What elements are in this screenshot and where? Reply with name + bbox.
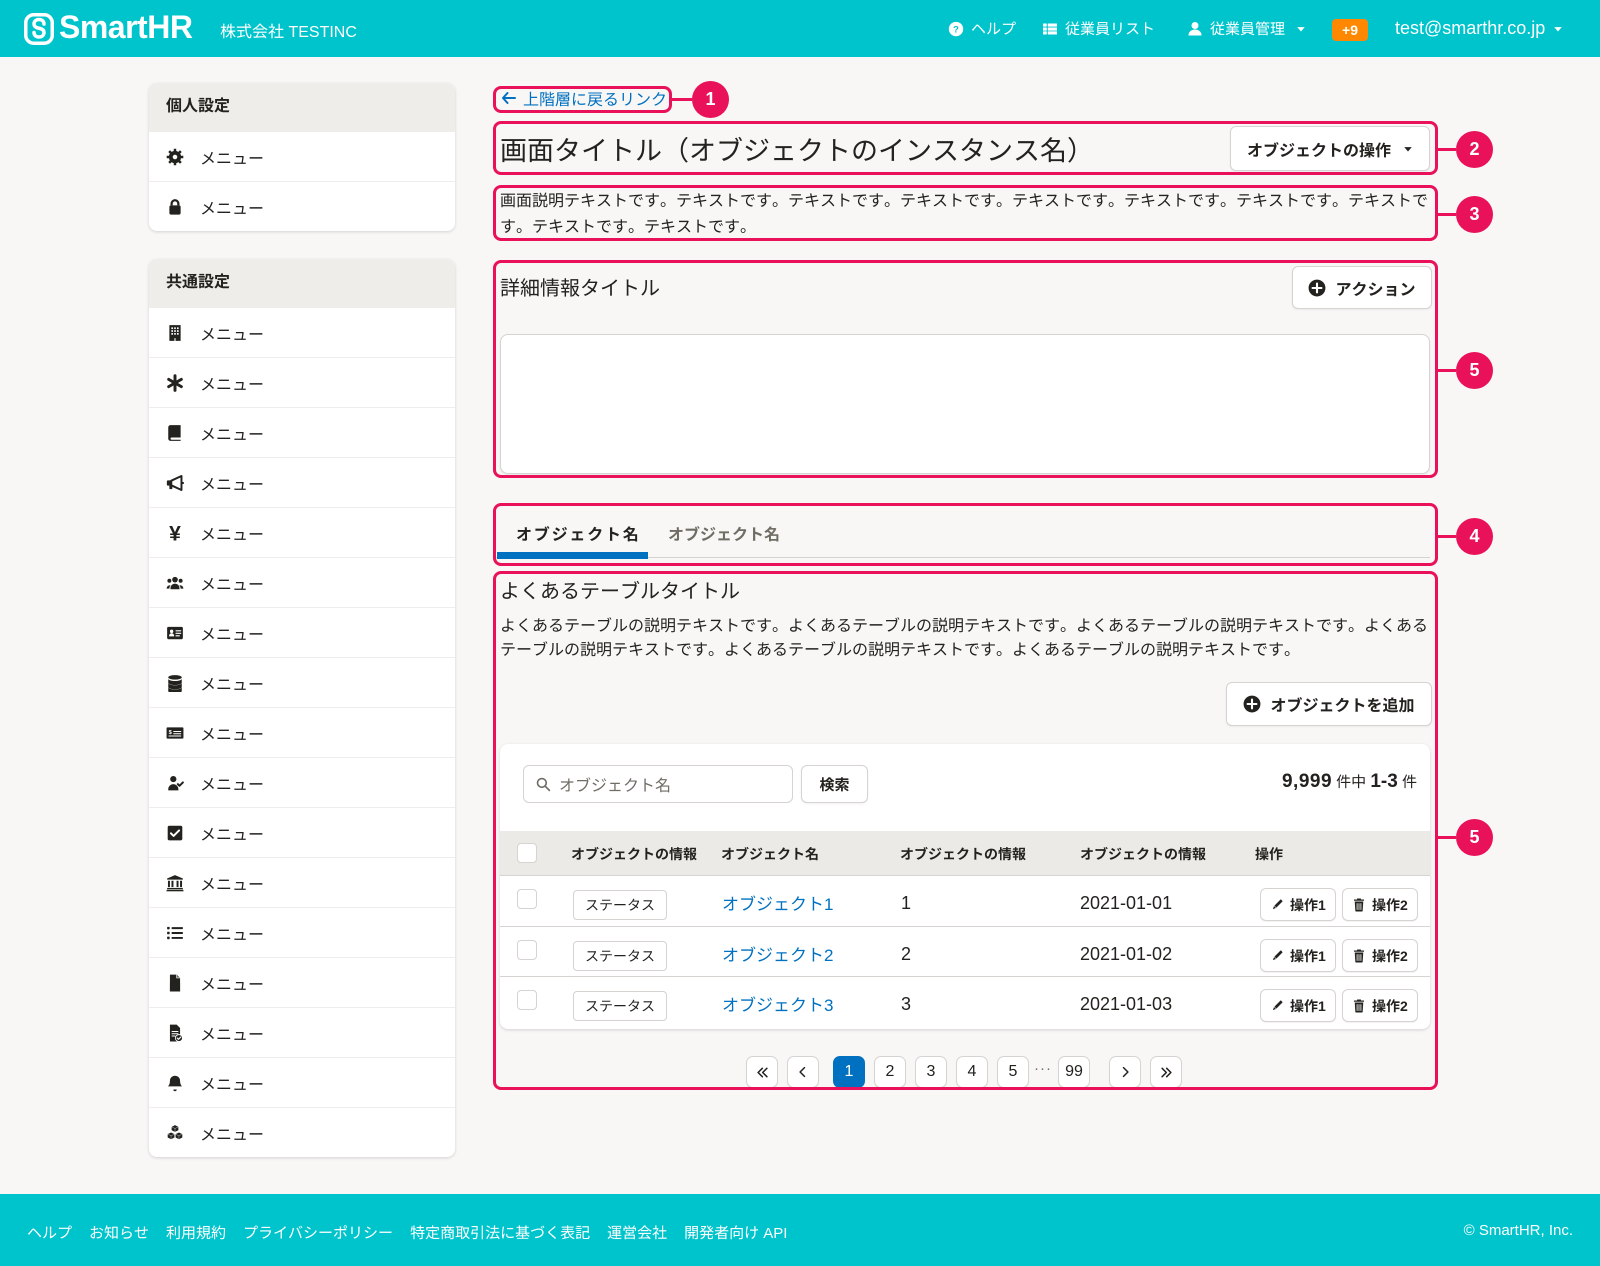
- svg-text:?: ?: [953, 24, 959, 34]
- svg-text:¥: ¥: [169, 524, 181, 542]
